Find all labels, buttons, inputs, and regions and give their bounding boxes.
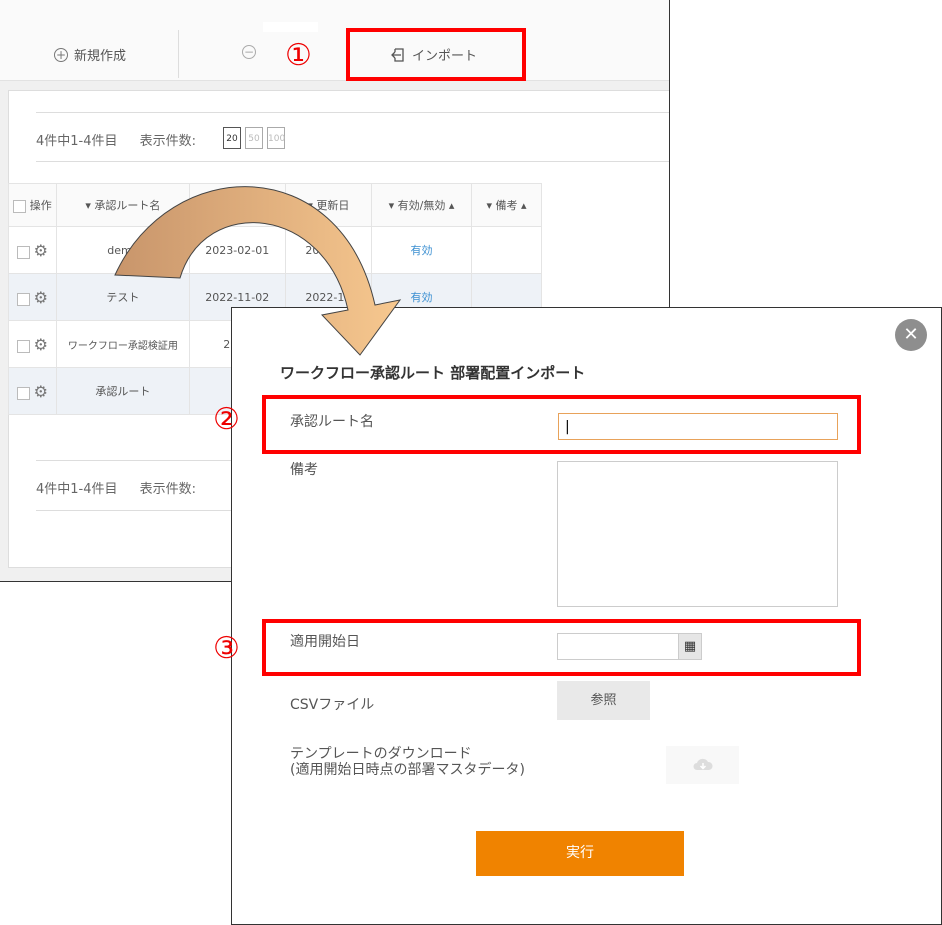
row-actions: ⚙ <box>7 320 58 368</box>
highlight-start-date <box>262 619 861 676</box>
row-checkbox[interactable] <box>17 246 31 259</box>
row-checkbox[interactable] <box>17 293 31 306</box>
step-marker-3: ③ <box>213 631 240 666</box>
new-button[interactable]: + 新規作成 <box>54 45 126 64</box>
row-checkbox[interactable] <box>17 387 31 400</box>
plus-circle-icon: + <box>54 47 68 62</box>
gear-icon[interactable]: ⚙ <box>34 335 48 354</box>
notes-label: 備考 <box>290 462 318 478</box>
col-actions[interactable]: 操作 <box>7 183 58 227</box>
gear-icon[interactable]: ⚙ <box>34 241 48 260</box>
pager-count: 4件中1-4件目 <box>36 482 118 497</box>
template-download-button[interactable] <box>666 746 739 784</box>
delete-button[interactable]: − <box>242 45 256 59</box>
row-actions: ⚙ <box>7 273 58 321</box>
highlight-route-name <box>262 395 861 454</box>
cloud-download-icon <box>693 758 713 770</box>
gear-icon[interactable]: ⚙ <box>34 288 48 307</box>
template-label-line2: (適用開始日時点の部署マスタデータ) <box>290 762 525 778</box>
per-page-100[interactable]: 100 <box>267 127 285 149</box>
col-notes[interactable]: ▾ 備考 ▴ <box>471 183 542 227</box>
gear-icon[interactable]: ⚙ <box>34 382 48 401</box>
minus-circle-icon: − <box>242 45 256 59</box>
highlight-import <box>346 28 526 81</box>
toolbar-divider <box>178 30 179 78</box>
select-all-checkbox[interactable] <box>13 199 27 213</box>
csv-label: CSVファイル <box>290 697 375 713</box>
step-marker-2: ② <box>213 402 240 437</box>
pager-bottom: 4件中1-4件目 表示件数: <box>36 478 196 497</box>
toolbar: + 新規作成 − インポート <box>0 0 669 81</box>
execute-button[interactable]: 実行 <box>476 831 684 876</box>
per-page-label: 表示件数: <box>139 134 197 149</box>
template-label: テンプレートのダウンロード (適用開始日時点の部署マスタデータ) <box>290 746 525 778</box>
notes-textarea[interactable] <box>557 461 838 607</box>
divider <box>36 112 669 113</box>
template-label-line1: テンプレートのダウンロード <box>290 746 472 762</box>
flow-arrow <box>114 186 402 356</box>
row-route-name: 承認ルート <box>56 367 190 415</box>
toolbar-tab <box>263 22 318 32</box>
per-page-selector: 20 50 100 <box>223 126 289 149</box>
row-actions: ⚙ <box>7 367 58 415</box>
row-actions: ⚙ <box>7 226 58 274</box>
step-marker-1: ① <box>285 38 312 73</box>
per-page-20[interactable]: 20 <box>223 127 241 149</box>
per-page-label: 表示件数: <box>139 482 197 497</box>
browse-button[interactable]: 参照 <box>557 681 650 720</box>
per-page-50[interactable]: 50 <box>245 127 263 149</box>
row-checkbox[interactable] <box>17 340 31 353</box>
new-button-label: 新規作成 <box>74 49 127 64</box>
row-notes <box>471 226 542 274</box>
pager-count: 4件中1-4件目 <box>36 134 118 149</box>
close-icon[interactable]: ✕ <box>895 319 927 351</box>
pager-top: 4件中1-4件目 表示件数: <box>36 130 196 149</box>
